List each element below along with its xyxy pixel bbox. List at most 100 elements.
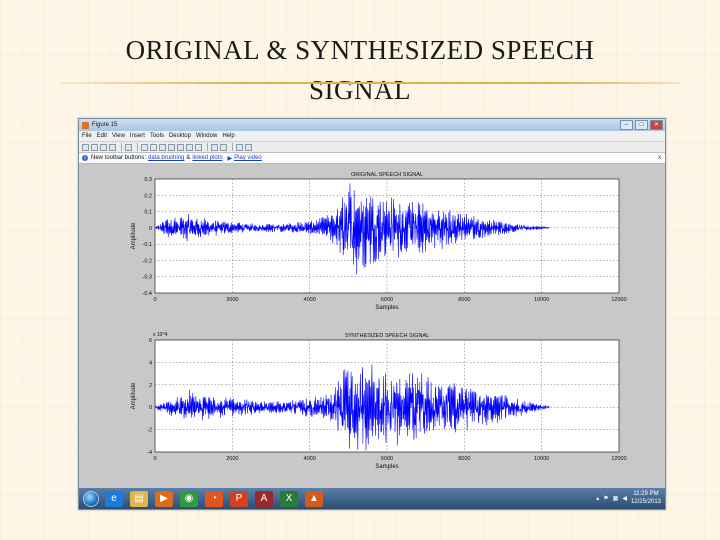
slide-title-line-2: SIGNAL [309, 75, 411, 105]
menu-help[interactable]: Help [222, 133, 234, 139]
network-icon[interactable]: ▦ [613, 495, 619, 502]
play-video-link[interactable]: Play video [234, 155, 262, 161]
powerpoint-icon[interactable]: P [230, 490, 248, 507]
y-tick-label: 0 [149, 226, 152, 232]
y-tick-label: 4 [149, 360, 152, 366]
pan-icon[interactable] [159, 143, 166, 151]
tray-arrow-icon[interactable]: ▴ [596, 495, 599, 502]
clock-time: 11:29 PM [633, 491, 659, 497]
x-tick-label: 8000 [458, 456, 470, 462]
menu-bar: File Edit View Insert Tools Desktop Wind… [79, 131, 665, 141]
x-tick-label: 6000 [381, 297, 393, 303]
x-tick-label: 6000 [381, 456, 393, 462]
flag-icon[interactable]: ⚑ [603, 495, 608, 502]
matlab-figure-icon [82, 121, 89, 129]
y-tick-label: 2 [149, 383, 152, 389]
link-icon[interactable] [195, 143, 202, 151]
system-tray: ▴ ⚑ ▦ ◀ 11:29 PM 12/25/2013 [596, 490, 661, 506]
y-tick-label: -4 [147, 450, 152, 456]
x-axis-label: Samples [375, 305, 398, 311]
clock-date: 12/25/2013 [630, 499, 661, 505]
play-icon: ▶ [227, 155, 233, 162]
x-tick-label: 10000 [534, 297, 549, 303]
chart-title: ORIGINAL SPEECH SIGNAL [351, 172, 423, 178]
window-titlebar[interactable]: Figure 15 – □ ✕ [79, 119, 665, 131]
x-tick-label: 4000 [304, 297, 316, 303]
y-tick-label: -0.2 [143, 258, 152, 264]
internet-explorer-icon[interactable]: e [105, 490, 123, 507]
show-plot-tools-icon[interactable] [245, 143, 252, 151]
save-icon[interactable] [100, 143, 107, 151]
window-title: Figure 15 [92, 122, 118, 128]
file-explorer-icon[interactable]: ▤ [130, 490, 148, 507]
menu-view[interactable]: View [112, 133, 125, 139]
linked-plots-link[interactable]: linked plots [192, 155, 222, 161]
y-tick-label: -0.3 [143, 275, 152, 281]
matlab-icon[interactable]: ▲ [305, 490, 323, 507]
x-axis-label: Samples [375, 464, 398, 470]
y-tick-label: 0.1 [144, 210, 152, 216]
x-tick-label: 0 [153, 297, 156, 303]
zoom-out-icon[interactable] [150, 143, 157, 151]
open-icon[interactable] [91, 143, 98, 151]
y-tick-label: 0 [149, 405, 152, 411]
minimize-button[interactable]: – [620, 120, 633, 130]
hide-plot-tools-icon[interactable] [236, 143, 243, 151]
menu-insert[interactable]: Insert [130, 133, 145, 139]
toolbar-separator [121, 143, 122, 151]
figure-plot-area: 0 2000 4000 6000 8000 10000 12000 0.3 0.2 0.1 0 -0.… [79, 164, 665, 490]
y-tick-label: 6 [149, 338, 152, 344]
media-player-icon[interactable]: ▶ [155, 490, 173, 507]
menu-window[interactable]: Window [196, 133, 217, 139]
slide-title-line-1: ORIGINAL & SYNTHESIZED SPEECH [125, 35, 595, 65]
maximize-button[interactable]: □ [635, 120, 648, 130]
legend-icon[interactable] [220, 143, 227, 151]
volume-icon[interactable]: ◀ [622, 495, 627, 502]
y-tick-label: 0.2 [144, 193, 152, 199]
info-close-icon[interactable]: x [658, 155, 661, 161]
rotate-icon[interactable] [168, 143, 175, 151]
close-button[interactable]: ✕ [650, 120, 663, 130]
info-ampersand: & [186, 155, 191, 161]
menu-tools[interactable]: Tools [150, 133, 164, 139]
excel-icon[interactable]: X [280, 490, 298, 507]
chrome-icon[interactable]: ◉ [180, 490, 198, 507]
x-tick-label: 10000 [534, 456, 549, 462]
slide-title: ORIGINAL & SYNTHESIZED SPEECH SIGNAL [0, 30, 720, 110]
x-tick-label: 2000 [226, 297, 238, 303]
firefox-icon[interactable]: ◔ [205, 490, 223, 507]
title-underline [60, 82, 680, 84]
y-tick-label: -2 [147, 428, 152, 434]
x-tick-label: 12000 [611, 297, 626, 303]
menu-file[interactable]: File [82, 133, 92, 139]
chart-title: SYNTHESIZED SPEECH SIGNAL [345, 333, 429, 339]
y-axis-label: Amplitude [131, 222, 137, 249]
taskbar-apps: e ▤ ▶ ◉ ◔ P A X ▲ [105, 490, 330, 507]
x-tick-label: 4000 [304, 456, 316, 462]
data-brushing-link[interactable]: data brushing [148, 155, 184, 161]
menu-edit[interactable]: Edit [97, 133, 107, 139]
data-cursor-icon[interactable] [177, 143, 184, 151]
plots-canvas[interactable]: 0 2000 4000 6000 8000 10000 12000 0.3 0.2 0.1 0 -0.… [79, 164, 665, 490]
info-text: New toolbar buttons: [91, 155, 147, 161]
menu-desktop[interactable]: Desktop [169, 133, 191, 139]
x-tick-label: 8000 [458, 297, 470, 303]
brush-icon[interactable] [186, 143, 193, 151]
windows-taskbar: e ▤ ▶ ◉ ◔ P A X ▲ ▴ ⚑ ▦ ◀ 11:29 PM 12/25/2013 [79, 488, 665, 509]
x-tick-label: 2000 [226, 456, 238, 462]
arrow-icon[interactable] [125, 143, 132, 151]
new-figure-icon[interactable] [82, 143, 89, 151]
start-orb-icon[interactable] [83, 490, 99, 507]
toolbar-separator [232, 143, 233, 151]
info-bar: i New toolbar buttons: data brushing & l… [79, 153, 665, 164]
x-tick-label: 0 [153, 456, 156, 462]
clock[interactable]: 11:29 PM 12/25/2013 [631, 490, 661, 506]
y-tick-label: 0.3 [144, 177, 152, 183]
access-icon[interactable]: A [255, 490, 273, 507]
toolbar-separator [137, 143, 138, 151]
y-tick-label: -0.1 [143, 242, 152, 248]
figure-toolbar [79, 141, 665, 153]
colorbar-icon[interactable] [211, 143, 218, 151]
print-icon[interactable] [109, 143, 116, 151]
zoom-in-icon[interactable] [141, 143, 148, 151]
